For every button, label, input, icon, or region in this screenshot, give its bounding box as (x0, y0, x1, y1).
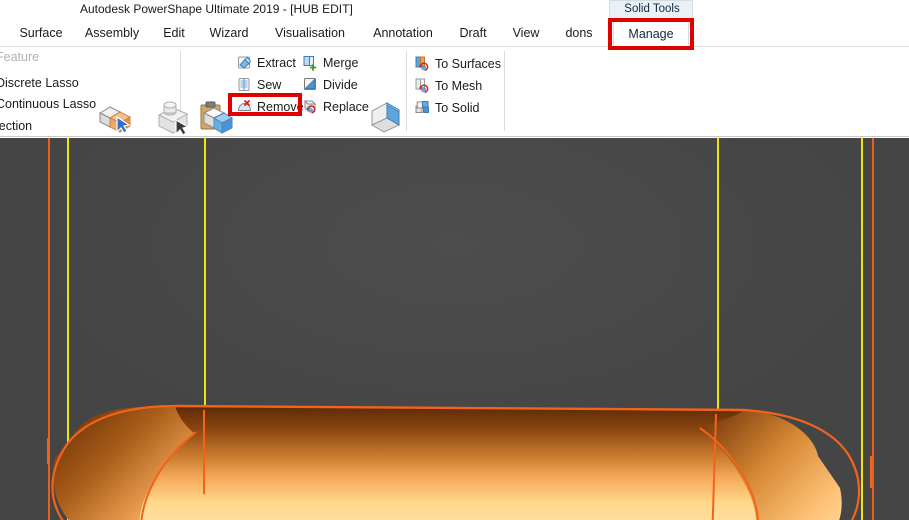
tab-label: Manage (628, 26, 674, 41)
ribbon-button-to-mesh-label: To Mesh (435, 78, 483, 93)
tab-label: Assembly (84, 26, 140, 40)
powershape-window: Autodesk PowerShape Ultimate 2019 - [HUB… (0, 0, 909, 520)
ribbon-button-replace-label: Replace (323, 99, 369, 114)
ribbon-button-to-surfaces[interactable]: To Surfaces (414, 53, 501, 74)
tab-label: Edit (163, 26, 185, 40)
tab-label: Wizard (209, 26, 249, 40)
tab-draft[interactable]: Draft (449, 19, 497, 47)
3d-viewport[interactable] (0, 138, 909, 520)
ribbon-tab-strip: Surface Assembly Edit Wizard Visualisation An… (0, 19, 909, 47)
ribbon-button-to-surfaces-label: To Surfaces (435, 56, 502, 71)
ribbon-button-extract[interactable]: Extract (236, 52, 296, 73)
window-title: Autodesk PowerShape Ultimate 2019 - [HUB… (80, 2, 353, 16)
ribbon-button-divide-label: Divide (323, 77, 358, 92)
ribbon-button-merge[interactable]: Merge (302, 52, 358, 73)
truncated-item-continuous-lasso[interactable]: Continuous Lasso (0, 97, 96, 111)
copy-face-icon (196, 99, 236, 137)
tab-wizard[interactable]: Wizard (200, 19, 258, 47)
tab-label: View (512, 26, 540, 40)
truncated-item-discrete-lasso[interactable]: Discrete Lasso (0, 76, 79, 90)
contextual-tab-solid-tools[interactable]: Solid Tools (609, 0, 693, 19)
tab-visualisation[interactable]: Visualisation (262, 19, 358, 47)
tab-manage[interactable]: Manage (613, 19, 689, 47)
smart-feature-icon (153, 99, 193, 137)
tab-label: Draft (459, 26, 487, 40)
hub-solid-model (47, 404, 872, 520)
ribbon-button-replace[interactable]: Replace (302, 96, 369, 117)
ribbon-button-sew-label: Sew (257, 77, 282, 92)
tab-label: dons (565, 26, 593, 40)
ribbon-button-to-solid[interactable]: To Solid (414, 97, 479, 118)
divide-icon (302, 76, 319, 93)
tab-label: Annotation (373, 26, 433, 40)
tab-assembly[interactable]: Assembly (76, 19, 148, 47)
ribbon: Feature Discrete Lasso Continuous Lasso lec… (0, 47, 909, 178)
contextual-tab-label: Solid Tools (624, 3, 680, 15)
tab-view[interactable]: View (503, 19, 549, 47)
tab-edit[interactable]: Edit (153, 19, 195, 47)
colour-face-icon (96, 99, 136, 137)
remove-icon (236, 98, 253, 115)
title-bar: Autodesk PowerShape Ultimate 2019 - [HUB… (0, 0, 909, 19)
tab-label: Surface (19, 26, 63, 40)
replace-icon (302, 98, 319, 115)
ribbon-button-extract-label: Extract (257, 55, 296, 70)
to-mesh-icon (414, 77, 431, 94)
ribbon-button-to-mesh[interactable]: To Mesh (414, 75, 482, 96)
ribbon-group-separator-2 (504, 51, 505, 131)
to-solid-icon (414, 99, 431, 116)
ribbon-button-divide[interactable]: Divide (302, 74, 358, 95)
ribbon-button-sew[interactable]: Sew (236, 74, 281, 95)
ribbon-button-to-solid-label: To Solid (435, 100, 480, 115)
tab-dons[interactable]: dons (556, 19, 602, 47)
sew-icon (236, 76, 253, 93)
ribbon-button-merge-label: Merge (323, 55, 359, 70)
ribbon-button-remove[interactable]: Remove (236, 96, 304, 117)
truncated-item-feature[interactable]: Feature (0, 50, 39, 64)
truncated-item-lection[interactable]: lection (0, 119, 32, 133)
merge-icon (302, 54, 319, 71)
tab-annotation[interactable]: Annotation (362, 19, 444, 47)
tab-surface[interactable]: Surface (10, 19, 72, 47)
draft-face-icon (365, 99, 405, 137)
ribbon-button-remove-label: Remove (257, 99, 304, 114)
tab-label: Visualisation (275, 26, 345, 40)
extract-icon (236, 54, 253, 71)
to-surfaces-icon (414, 55, 431, 72)
